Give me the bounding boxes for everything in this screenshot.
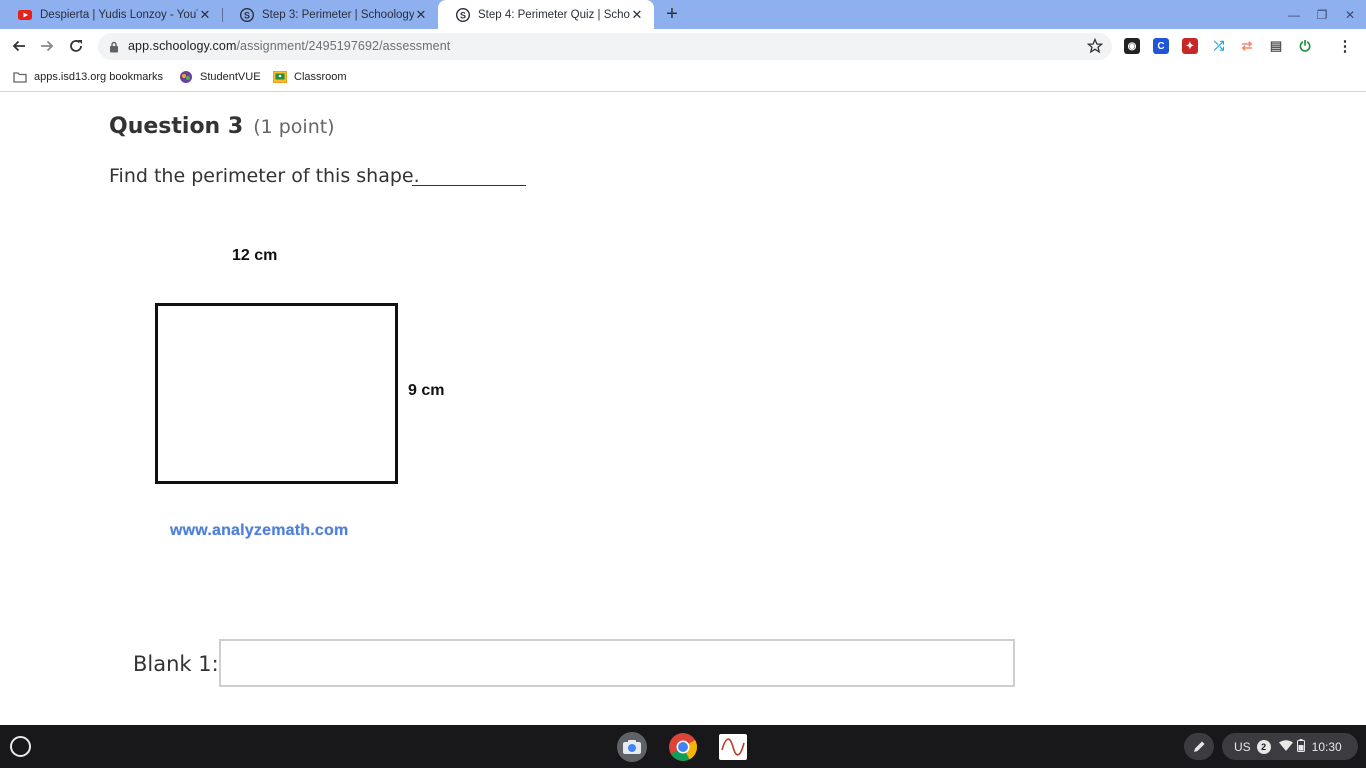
blank-1-input[interactable] — [219, 639, 1015, 687]
close-tab-icon[interactable]: ✕ — [414, 7, 428, 22]
svg-text:S: S — [244, 10, 250, 20]
arrow-right-icon — [41, 40, 54, 52]
classroom-icon — [273, 70, 287, 84]
wifi-icon — [1278, 739, 1293, 754]
pen-icon — [1194, 741, 1205, 752]
extension-arrows-icon[interactable]: ⤮ — [1211, 38, 1227, 54]
question-prompt: Find the perimeter of this shape. — [109, 165, 420, 187]
lock-icon — [109, 40, 119, 58]
browser-toolbar: app.schoology.com/assignment/2495197692/… — [0, 29, 1366, 63]
arrow-left-icon — [12, 40, 25, 52]
folder-icon — [13, 70, 27, 84]
tab-strip: Despierta | Yudis Lonzoy - YouTu ✕ S Ste… — [0, 0, 1366, 29]
url-text: app.schoology.com/assignment/2495197692/… — [128, 39, 451, 53]
bookmark-star-icon[interactable] — [1086, 37, 1104, 59]
answer-blank-line — [412, 185, 526, 186]
reload-button[interactable] — [66, 36, 86, 56]
bookmarks-bar: apps.isd13.org bookmarks StudentVUE Clas… — [0, 63, 1366, 92]
tab-title: Step 3: Perimeter | Schoology — [262, 8, 414, 21]
tab-perimeter-quiz[interactable]: S Step 4: Perimeter Quiz | Schoolo ✕ — [438, 0, 654, 29]
launcher-button[interactable] — [10, 736, 31, 757]
minimize-icon[interactable]: — — [1286, 7, 1302, 23]
address-bar[interactable]: app.schoology.com/assignment/2495197692/… — [98, 33, 1112, 60]
extension-c-icon[interactable]: C — [1153, 38, 1169, 54]
bookmark-label: StudentVUE — [200, 71, 261, 83]
extension-cast-icon[interactable]: ▤ — [1268, 38, 1284, 54]
bookmark-classroom[interactable]: Classroom — [273, 69, 347, 85]
desmos-app-icon[interactable] — [719, 734, 747, 760]
close-tab-icon[interactable]: ✕ — [630, 7, 644, 22]
tab-title: Step 4: Perimeter Quiz | Schoolo — [478, 8, 630, 21]
right-side-label: 9 cm — [408, 382, 445, 399]
close-window-icon[interactable]: ✕ — [1342, 7, 1358, 23]
bookmark-label: apps.isd13.org bookmarks — [34, 71, 164, 83]
status-tray[interactable]: US 2 10:30 — [1222, 733, 1358, 760]
reload-icon — [70, 40, 82, 52]
clock: 10:30 — [1311, 739, 1342, 754]
camera-app-icon[interactable] — [617, 732, 647, 762]
extension-screencast-icon[interactable]: ◉ — [1124, 38, 1140, 54]
stylus-tools-button[interactable] — [1184, 733, 1214, 760]
tab-title: Despierta | Yudis Lonzoy - YouTu — [40, 8, 198, 21]
chrome-app-icon[interactable] — [668, 732, 698, 762]
bookmark-apps-isd13[interactable]: apps.isd13.org bookmarks — [13, 69, 163, 85]
restore-icon[interactable]: ❐ — [1314, 7, 1330, 23]
close-tab-icon[interactable]: ✕ — [198, 7, 212, 22]
menu-kebab-icon[interactable]: ⋮ — [1337, 38, 1353, 55]
tab-youtube[interactable]: Despierta | Yudis Lonzoy - YouTu ✕ — [0, 0, 222, 29]
extension-red-icon[interactable]: ✦ — [1182, 38, 1198, 54]
bookmark-label: Classroom — [294, 71, 347, 83]
rectangle-shape — [155, 303, 398, 484]
schoology-icon: S — [456, 7, 470, 22]
forward-button[interactable] — [37, 36, 57, 56]
rectangle-figure: 12 cm 9 cm www.analyzemath.com — [140, 233, 470, 553]
question-points: (1 point) — [253, 116, 335, 138]
assessment-page: Question 3 (1 point) Find the perimeter … — [0, 93, 1366, 725]
battery-icon — [1296, 738, 1305, 755]
blank-label: Blank 1: — [133, 652, 219, 676]
extension-share-icon[interactable]: ⇄ — [1239, 38, 1255, 54]
back-button[interactable] — [9, 36, 29, 56]
youtube-icon — [18, 8, 32, 22]
svg-text:S: S — [460, 10, 466, 20]
new-tab-button[interactable]: + — [662, 4, 682, 25]
question-header: Question 3 (1 point) — [109, 114, 335, 139]
schoology-icon: S — [240, 7, 254, 22]
studentvue-icon — [179, 70, 193, 84]
tab-perimeter[interactable]: S Step 3: Perimeter | Schoology ✕ — [222, 0, 438, 29]
notification-count-badge: 2 — [1256, 739, 1271, 754]
image-source-watermark: www.analyzemath.com — [170, 522, 349, 539]
question-title: Question 3 — [109, 114, 244, 139]
os-shelf: US 2 10:30 — [0, 725, 1366, 768]
bookmark-studentvue[interactable]: StudentVUE — [179, 69, 261, 85]
top-side-label: 12 cm — [232, 247, 278, 264]
keyboard-locale: US — [1234, 739, 1251, 754]
extension-power-icon[interactable]: ⏻ — [1297, 38, 1313, 54]
